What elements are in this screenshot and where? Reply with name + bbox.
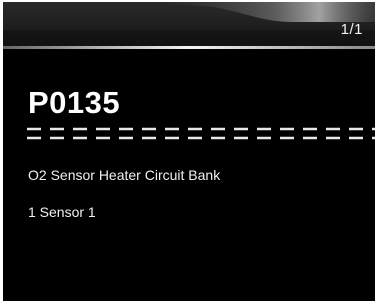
dashed-divider (27, 127, 375, 140)
header-divider (3, 46, 375, 49)
dtc-code: P0135 (28, 85, 121, 120)
dtc-screen: 1/1 P0135 O2 Sensor Heater Circuit Bank … (3, 2, 375, 301)
dtc-description-line-2: 1 Sensor 1 (28, 204, 96, 220)
dtc-description-line-1: O2 Sensor Heater Circuit Bank (28, 167, 221, 183)
header-shine (3, 2, 375, 46)
page-indicator: 1/1 (340, 21, 363, 38)
header-bar: 1/1 (3, 2, 375, 49)
